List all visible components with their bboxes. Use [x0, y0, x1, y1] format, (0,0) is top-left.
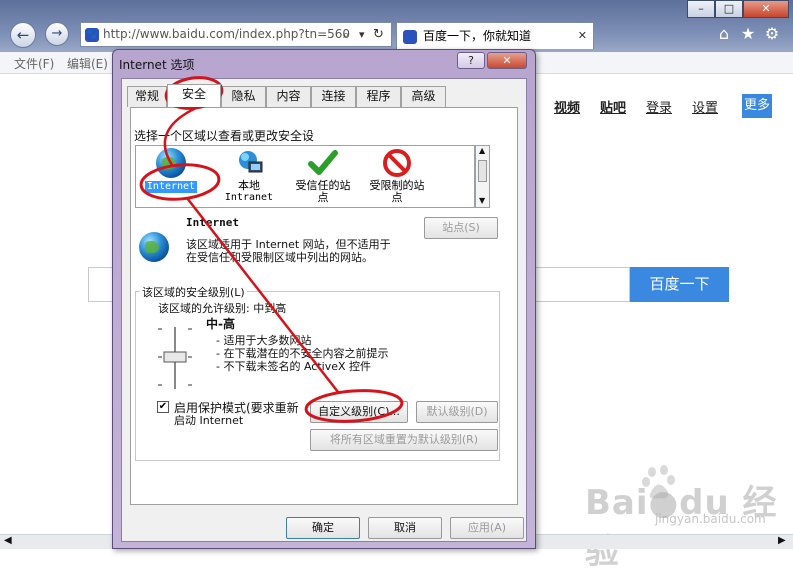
scroll-right-arrow-icon[interactable]: ▶ [778, 535, 786, 546]
search-icon[interactable]: ⌕ [343, 23, 349, 46]
protected-mode-checkbox[interactable]: ✔ [157, 401, 169, 413]
zone-label: Internet [144, 181, 198, 193]
star-icon[interactable]: ★ [738, 24, 758, 44]
baidu-paw-icon [403, 29, 417, 44]
zone-list[interactable]: Internet 本地 Intranet 受信任的站 点 受限制的站 点 [135, 145, 475, 208]
zone-label-2: 点 [317, 191, 329, 204]
tab-general[interactable]: 常规 [127, 86, 167, 107]
address-bar[interactable]: 🐾 http://www.baidu.com/index.php?tn=560 ⌕… [80, 22, 392, 47]
dialog-title: Internet 选项 [119, 58, 195, 72]
zone-prompt: 选择一个区域以查看或更改安全设 [134, 129, 315, 143]
allowed-levels: 该区域的允许级别: 中到高 [158, 302, 287, 315]
gear-icon[interactable]: ⚙ [762, 24, 782, 44]
zone-trusted-sites[interactable]: 受信任的站 点 [290, 148, 356, 206]
zone-local-intranet[interactable]: 本地 Intranet [216, 148, 282, 206]
forward-button[interactable]: → [45, 22, 69, 46]
ok-button[interactable]: 确定 [286, 517, 360, 539]
scroll-thumb[interactable] [478, 160, 487, 182]
protected-mode-label-2: 启动 Internet [174, 414, 244, 427]
home-icon[interactable]: ⌂ [714, 24, 734, 44]
link-settings[interactable]: 设置 [692, 97, 718, 116]
tab-programs[interactable]: 程序 [356, 86, 401, 107]
back-button[interactable]: ← [10, 22, 36, 48]
checkmark-icon [308, 150, 338, 175]
search-button[interactable]: 百度一下 [630, 267, 729, 302]
zone-label-2: 点 [391, 191, 403, 204]
watermark-url: jingyan.baidu.com [655, 512, 766, 526]
cancel-button[interactable]: 取消 [368, 517, 442, 539]
level-description-3: - 不下载未签名的 ActiveX 控件 [216, 360, 372, 373]
zone-list-scrollbar[interactable]: ▲ ▼ [475, 145, 490, 208]
zone-label-2: Intranet [224, 192, 274, 203]
zone-restricted-sites[interactable]: 受限制的站 点 [364, 148, 430, 206]
globe-icon [139, 232, 169, 262]
reset-all-zones-button[interactable]: 将所有区域重置为默认级别(R) [310, 429, 498, 451]
link-tieba[interactable]: 贴吧 [600, 97, 626, 116]
scroll-left-arrow-icon[interactable]: ◀ [4, 535, 12, 546]
globe-icon [156, 148, 186, 178]
link-video[interactable]: 视频 [554, 97, 580, 116]
baidu-paw-icon: 🐾 [85, 27, 99, 42]
address-url: http://www.baidu.com/index.php?tn=560 [103, 27, 351, 41]
close-icon[interactable]: ✕ [578, 23, 587, 49]
browser-tab[interactable]: 百度一下，你就知道 ✕ [396, 22, 594, 49]
tab-title: 百度一下，你就知道 [423, 29, 532, 43]
zone-description-2: 在受信任和受限制区域中列出的网站。 [186, 251, 373, 264]
tab-security[interactable]: 安全 [167, 84, 221, 107]
custom-level-button[interactable]: 自定义级别(C)... [310, 401, 408, 423]
minimize-button[interactable]: – [687, 0, 715, 18]
tab-advanced[interactable]: 高级 [401, 86, 446, 107]
more-button[interactable]: 更多 [742, 94, 772, 118]
security-level-slider[interactable] [150, 325, 200, 393]
security-level-legend: 该区域的安全级别(L) [140, 284, 247, 300]
apply-button[interactable]: 应用(A) [450, 517, 524, 539]
chevron-down-icon[interactable]: ▾ [359, 23, 365, 46]
chevron-down-icon[interactable]: ▼ [479, 196, 485, 205]
dialog-body: 常规 安全 隐私 内容 连接 程序 高级 选择一个区域以查看或更改安全设 Int… [121, 78, 527, 542]
tab-content[interactable]: 内容 [266, 86, 311, 107]
menu-edit[interactable]: 编辑(E) [67, 55, 108, 72]
zone-label: 本地 [238, 179, 260, 192]
internet-options-dialog: Internet 选项 ? ✕ 常规 安全 隐私 内容 连接 程序 高级 选择一… [112, 49, 536, 549]
default-level-button[interactable]: 默认级别(D) [416, 401, 498, 423]
link-login[interactable]: 登录 [646, 97, 672, 116]
zone-name: Internet [186, 216, 239, 229]
no-entry-icon [383, 149, 411, 177]
chevron-up-icon[interactable]: ▲ [479, 146, 485, 155]
menu-file[interactable]: 文件(F) [14, 55, 54, 72]
close-button[interactable]: ✕ [743, 0, 789, 18]
zone-internet[interactable]: Internet [138, 148, 204, 206]
sites-button[interactable]: 站点(S) [424, 217, 498, 239]
dialog-close-button[interactable]: ✕ [487, 52, 527, 69]
level-name: 中-高 [206, 317, 235, 331]
maximize-button[interactable]: □ [715, 0, 743, 18]
refresh-icon[interactable]: ↻ [373, 23, 384, 46]
computer-icon [239, 151, 263, 173]
help-button[interactable]: ? [457, 52, 485, 69]
tab-connections[interactable]: 连接 [311, 86, 356, 107]
tab-privacy[interactable]: 隐私 [221, 86, 266, 107]
